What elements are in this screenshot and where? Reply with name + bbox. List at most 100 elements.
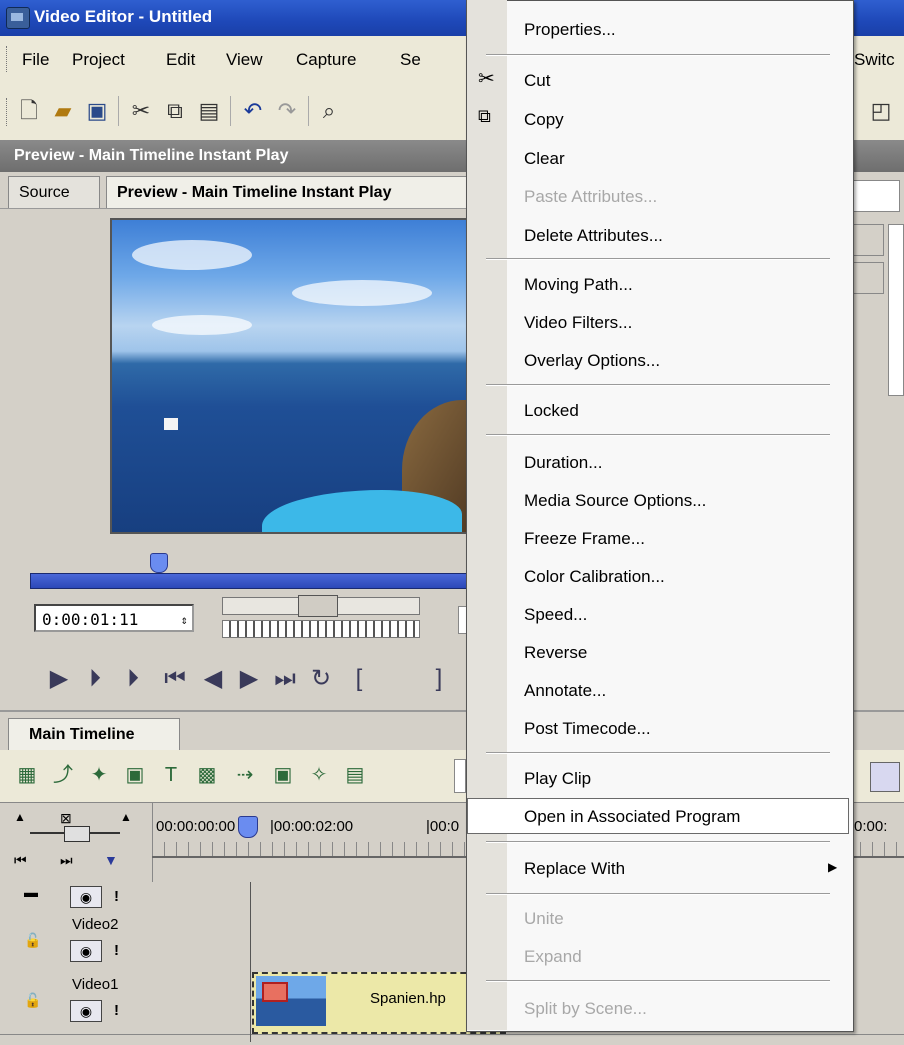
save-icon[interactable]: ▣ [84,98,110,124]
menu-item-video-filters[interactable]: Video Filters... [524,313,632,333]
lock-icon[interactable]: 🔓 [24,992,41,1009]
video-editor-app-icon[interactable] [6,7,30,29]
menu-item-replace-with[interactable]: Replace With [524,859,625,879]
timeline-view-icon[interactable] [870,762,900,792]
menu-item-annotate[interactable]: Annotate... [524,681,606,701]
toolbar-grip[interactable] [6,98,10,126]
up-arrow-icon[interactable] [852,224,884,256]
next-frame-icon[interactable]: ▶ [234,664,264,694]
jog-slider-handle[interactable] [298,595,338,617]
ripple-icon[interactable]: ✦ [86,762,112,788]
menu-switch[interactable]: Switc [854,50,895,70]
menu-edit[interactable]: Edit [166,50,195,70]
menu-item-duration[interactable]: Duration... [524,453,602,473]
menu-project[interactable]: Project [72,50,125,70]
zoom-out-icon[interactable]: ▲ [14,810,26,824]
track-header[interactable]: ▬ ◉ ! [0,882,153,911]
menu-item-copy[interactable]: Copy [524,110,564,130]
insert-transition-icon[interactable]: ⤴ [50,762,76,788]
ruler-time-label: |00:0 [426,818,460,835]
cloud [132,240,252,270]
lock-icon[interactable]: ▬ [24,884,38,900]
zoom-fit-icon[interactable]: ⊠ [60,810,72,827]
repeat-button[interactable] [852,180,900,212]
cut-icon[interactable]: ✂ [128,98,154,124]
menu-item-overlay-options[interactable]: Overlay Options... [524,351,660,371]
zoom-in-icon[interactable]: ▲ [120,810,132,824]
insert-grid-icon[interactable]: ▩ [194,762,220,788]
shuttle-slider[interactable] [222,620,420,638]
track-header-video1[interactable]: Video1 🔓 ◉ ! [0,968,153,1035]
menu-item-reverse[interactable]: Reverse [524,643,587,663]
insert-overlay-icon[interactable]: ▣ [122,762,148,788]
menu-item-locked[interactable]: Locked [524,401,579,421]
undo-icon[interactable]: ↶ [240,98,266,124]
new-file-icon[interactable]: 🗋 [16,98,42,124]
menu-item-delete-attributes[interactable]: Delete Attributes... [524,226,663,246]
menu-item-cut[interactable]: Cut [524,71,550,91]
repeat-icon[interactable]: ↻ [306,664,336,694]
paste-icon[interactable]: ▤ [196,98,222,124]
zoom-slider-handle[interactable] [64,826,90,842]
menu-capture[interactable]: Capture [296,50,356,70]
switch-layout-icon[interactable]: ◰ [868,98,894,124]
menu-item-expand: Expand [524,947,582,966]
menu-view[interactable]: View [226,50,263,70]
clip-name: Spanien.hp [370,990,446,1007]
menubar-grip[interactable] [6,46,10,72]
menu-item-unite: Unite [524,909,564,928]
menu-item-color-calibration[interactable]: Color Calibration... [524,567,665,587]
go-to-end-icon[interactable]: ⏭ [60,852,73,869]
menu-item-speed[interactable]: Speed... [524,605,587,625]
tab-main-timeline[interactable]: Main Timeline [8,718,180,751]
copy-icon[interactable]: ⧉ [162,98,188,124]
insert-clip-icon[interactable]: ▦ [14,762,40,788]
menu-item-properties[interactable]: Properties... [524,20,616,40]
menu-search[interactable]: Se [400,50,421,70]
menu-item-freeze-frame[interactable]: Freeze Frame... [524,529,645,549]
mark-out-icon[interactable]: ] [424,664,454,694]
insert-title-icon[interactable]: T [158,762,184,788]
eye-icon[interactable]: ◉ [70,1000,102,1022]
toolbar-separator [308,96,309,126]
menu-item-post-timecode[interactable]: Post Timecode... [524,719,651,739]
tab-preview[interactable]: Preview - Main Timeline Instant Play [106,176,468,209]
tab-source[interactable]: Source [8,176,100,209]
go-to-start-icon[interactable]: ⏮ [160,664,190,694]
menu-item-media-source-options[interactable]: Media Source Options... [524,491,706,511]
menu-item-moving-path[interactable]: Moving Path... [524,275,633,295]
storyboard-icon[interactable]: ▤ [342,762,368,788]
play-icon[interactable]: ▶ [44,664,74,694]
scrub-bar[interactable] [30,573,482,589]
find-icon[interactable]: ⌕ [316,98,342,124]
go-to-start-icon[interactable]: ⏮ [14,852,27,869]
timeline-tool-slot[interactable] [454,759,466,793]
effects-icon[interactable]: ✧ [306,762,332,788]
cloud [152,315,252,335]
track-header-video2[interactable]: Video2 🔓 ◉ ! [0,910,153,969]
go-to-end-icon[interactable]: ⏭ [270,664,300,694]
previous-frame-icon[interactable]: ◀ [198,664,228,694]
playhead-marker[interactable] [238,816,258,838]
play-to-out-icon[interactable]: ⏵ [118,664,148,694]
open-folder-icon[interactable]: ▰ [50,98,76,124]
eye-icon[interactable]: ◉ [70,886,102,908]
menu-item-open-in-associated-program[interactable]: Open in Associated Program [524,807,740,827]
timecode-field[interactable]: 0:00:01:11 ⇕ [34,604,194,632]
menu-file[interactable]: File [22,50,49,70]
menu-item-play-clip[interactable]: Play Clip [524,769,591,789]
property-list[interactable] [888,224,904,396]
menu-item-clear[interactable]: Clear [524,149,565,169]
scrub-slider-thumb[interactable] [150,553,168,573]
play-from-in-icon[interactable]: ⏵ [80,664,110,694]
add-track-icon[interactable]: ⇢ [232,762,258,788]
redo-icon[interactable]: ↷ [274,98,300,124]
eye-icon[interactable]: ◉ [70,940,102,962]
marker-dropdown-icon[interactable]: ▼ [104,852,118,868]
lock-icon[interactable]: 🔓 [24,932,41,949]
scissors-icon: ✂ [478,68,495,90]
mark-in-icon[interactable]: [ [344,664,374,694]
preview-panel-title: Preview - Main Timeline Instant Play [14,147,289,164]
dvd-menu-icon[interactable]: ▣ [270,762,296,788]
timecode-spinner-icon[interactable]: ⇕ [181,606,188,634]
